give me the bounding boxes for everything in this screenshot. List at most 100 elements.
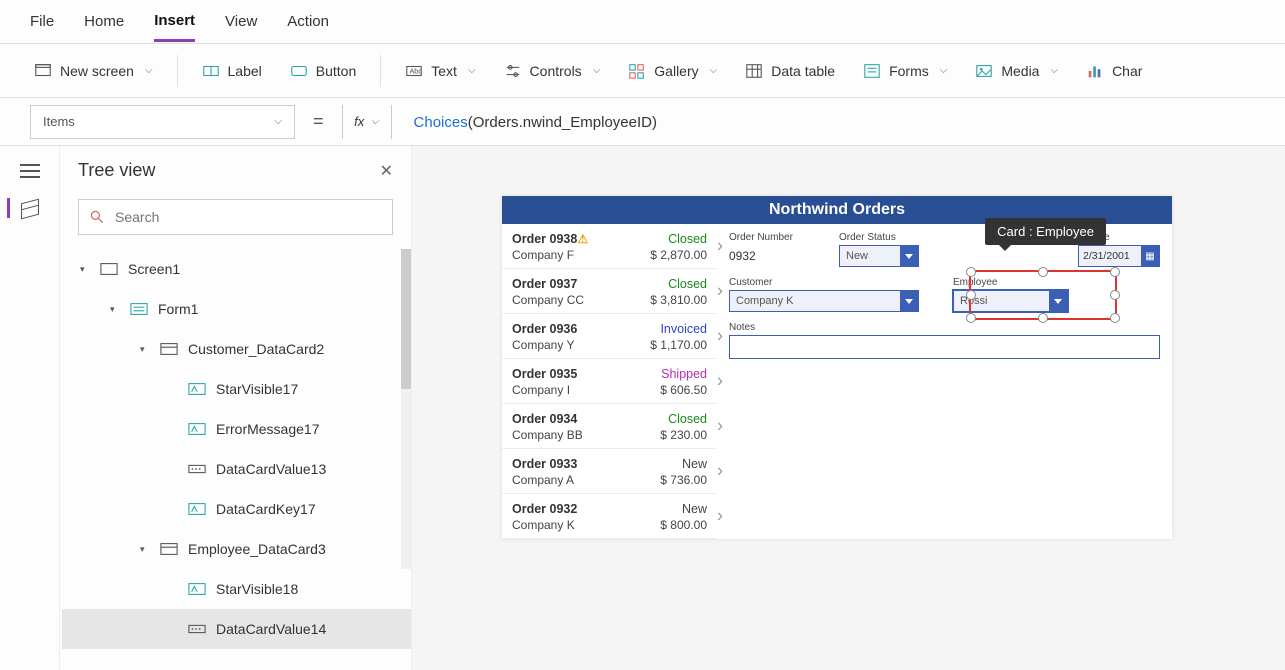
formula-input[interactable]: Choices(Orders.nwind_EmployeeID) bbox=[404, 113, 1255, 131]
tree-scrollbar[interactable] bbox=[401, 249, 411, 569]
equals-sign: = bbox=[307, 111, 330, 132]
gallery-button[interactable]: Gallery ⌵ bbox=[624, 56, 721, 86]
close-icon[interactable]: ✕ bbox=[380, 161, 393, 181]
chevron-down-icon: ⌵ bbox=[1050, 65, 1058, 76]
resize-handle[interactable] bbox=[1110, 290, 1120, 300]
order-gallery-item[interactable]: Order 0936InvoicedCompany Y$ 1,170.00› bbox=[502, 314, 717, 359]
resize-handle[interactable] bbox=[1038, 267, 1048, 277]
menu-action[interactable]: Action bbox=[287, 3, 329, 40]
resize-handle[interactable] bbox=[966, 290, 976, 300]
svg-text:Abc: Abc bbox=[410, 66, 423, 75]
chevron-down-icon: ⌵ bbox=[145, 65, 153, 76]
tree-node-screen1[interactable]: Screen1 bbox=[62, 249, 411, 289]
order-gallery-item[interactable]: Order 0935ShippedCompany I$ 606.50› bbox=[502, 359, 717, 404]
new-screen-label: New screen bbox=[60, 63, 134, 79]
hamburger-icon[interactable] bbox=[20, 164, 40, 178]
forms-label: Forms bbox=[889, 63, 929, 79]
tree-node-starvisible18[interactable]: StarVisible18 bbox=[62, 569, 411, 609]
tree-view-panel: Tree view ✕ Screen1 Form1 Customer_Data bbox=[60, 146, 412, 670]
fx-button[interactable]: fx⌵ bbox=[342, 105, 392, 139]
data-table-label: Data table bbox=[771, 63, 835, 79]
order-gallery-item[interactable]: Order 0933NewCompany A$ 736.00› bbox=[502, 449, 717, 494]
node-label: Form1 bbox=[158, 301, 198, 317]
order-number-label: Order Number bbox=[729, 232, 819, 243]
top-menu-bar: File Home Insert View Action bbox=[0, 0, 1285, 44]
order-gallery-item[interactable]: Order 0937ClosedCompany CC$ 3,810.00› bbox=[502, 269, 717, 314]
controls-icon bbox=[504, 62, 522, 80]
resize-handle[interactable] bbox=[1110, 313, 1120, 323]
formula-bar: Items ⌵ = fx⌵ Choices(Orders.nwind_Emplo… bbox=[0, 98, 1285, 146]
tree-view-title: Tree view bbox=[78, 160, 155, 181]
tree-node-errormessage17[interactable]: ErrorMessage17 bbox=[62, 409, 411, 449]
chevron-down-icon: ⌵ bbox=[274, 116, 282, 127]
order-number-value: 0932 bbox=[729, 245, 819, 267]
order-gallery-item[interactable]: Order 0938⚠ClosedCompany F$ 2,870.00› bbox=[502, 224, 717, 269]
tree-node-employee-card[interactable]: Employee_DataCard3 bbox=[62, 529, 411, 569]
chart-button[interactable]: Char bbox=[1082, 56, 1146, 86]
card-icon bbox=[158, 541, 180, 557]
card-tooltip: Card : Employee bbox=[985, 218, 1106, 245]
menu-home[interactable]: Home bbox=[84, 3, 124, 40]
expand-toggle[interactable] bbox=[80, 264, 90, 275]
resize-handle[interactable] bbox=[966, 267, 976, 277]
label-button[interactable]: Label bbox=[198, 56, 266, 86]
new-screen-button[interactable]: New screen ⌵ bbox=[30, 56, 157, 86]
resize-handle[interactable] bbox=[966, 313, 976, 323]
expand-toggle[interactable] bbox=[140, 344, 150, 355]
node-label: DataCardKey17 bbox=[216, 501, 316, 517]
text-button[interactable]: Abc Text ⌵ bbox=[401, 56, 479, 86]
menu-view[interactable]: View bbox=[225, 3, 257, 40]
chart-icon bbox=[1086, 62, 1104, 80]
paid-date-input[interactable]: 2/31/2001▦ bbox=[1078, 245, 1160, 267]
button-button[interactable]: Button bbox=[286, 56, 360, 86]
orders-gallery[interactable]: Order 0938⚠ClosedCompany F$ 2,870.00›Ord… bbox=[502, 224, 717, 539]
tree-list: Screen1 Form1 Customer_DataCard2 StarVis… bbox=[60, 249, 411, 670]
design-canvas[interactable]: Northwind Orders Order 0938⚠ClosedCompan… bbox=[412, 146, 1285, 670]
resize-handle[interactable] bbox=[1038, 313, 1048, 323]
node-label: ErrorMessage17 bbox=[216, 421, 320, 437]
tree-node-datacardkey17[interactable]: DataCardKey17 bbox=[62, 489, 411, 529]
chevron-down-icon: ⌵ bbox=[710, 65, 718, 76]
layers-icon[interactable] bbox=[7, 198, 40, 218]
label-icon bbox=[186, 501, 208, 517]
label-icon bbox=[186, 421, 208, 437]
dropdown-icon bbox=[186, 461, 208, 477]
menu-file[interactable]: File bbox=[30, 3, 54, 40]
tree-node-datacardvalue14[interactable]: DataCardValue14 bbox=[62, 609, 411, 649]
search-icon bbox=[89, 209, 105, 225]
expand-toggle[interactable] bbox=[140, 544, 150, 555]
property-dropdown[interactable]: Items ⌵ bbox=[30, 105, 295, 139]
menu-insert[interactable]: Insert bbox=[154, 2, 195, 42]
resize-handle[interactable] bbox=[1110, 267, 1120, 277]
controls-button[interactable]: Controls ⌵ bbox=[500, 56, 605, 86]
order-gallery-item[interactable]: Order 0934ClosedCompany BB$ 230.00› bbox=[502, 404, 717, 449]
notes-input[interactable] bbox=[729, 335, 1160, 359]
customer-select[interactable]: Company K bbox=[729, 290, 919, 312]
tree-node-form1[interactable]: Form1 bbox=[62, 289, 411, 329]
tree-node-customer-card[interactable]: Customer_DataCard2 bbox=[62, 329, 411, 369]
media-button[interactable]: Media ⌵ bbox=[971, 56, 1062, 86]
node-label: StarVisible17 bbox=[216, 381, 298, 397]
search-input[interactable] bbox=[115, 209, 382, 225]
gallery-icon bbox=[628, 62, 646, 80]
chart-label: Char bbox=[1112, 63, 1142, 79]
label-icon bbox=[202, 62, 220, 80]
node-label: StarVisible18 bbox=[216, 581, 298, 597]
expand-toggle[interactable] bbox=[110, 304, 120, 315]
order-status-select[interactable]: New bbox=[839, 245, 919, 267]
tree-node-starvisible17[interactable]: StarVisible17 bbox=[62, 369, 411, 409]
data-table-button[interactable]: Data table bbox=[741, 56, 839, 86]
order-gallery-item[interactable]: Order 0932NewCompany K$ 800.00› bbox=[502, 494, 717, 539]
tree-search[interactable] bbox=[78, 199, 393, 235]
form-icon bbox=[128, 301, 150, 317]
insert-ribbon: New screen ⌵ Label Button Abc Text ⌵ Con… bbox=[0, 44, 1285, 98]
media-icon bbox=[975, 62, 993, 80]
dropdown-icon bbox=[186, 621, 208, 637]
label-icon bbox=[186, 381, 208, 397]
left-rail bbox=[0, 146, 60, 670]
tree-node-datacardvalue13[interactable]: DataCardValue13 bbox=[62, 449, 411, 489]
property-name: Items bbox=[43, 114, 75, 129]
forms-button[interactable]: Forms ⌵ bbox=[859, 56, 951, 86]
chevron-down-icon: ⌵ bbox=[940, 65, 948, 76]
selection-outline[interactable] bbox=[969, 270, 1117, 320]
